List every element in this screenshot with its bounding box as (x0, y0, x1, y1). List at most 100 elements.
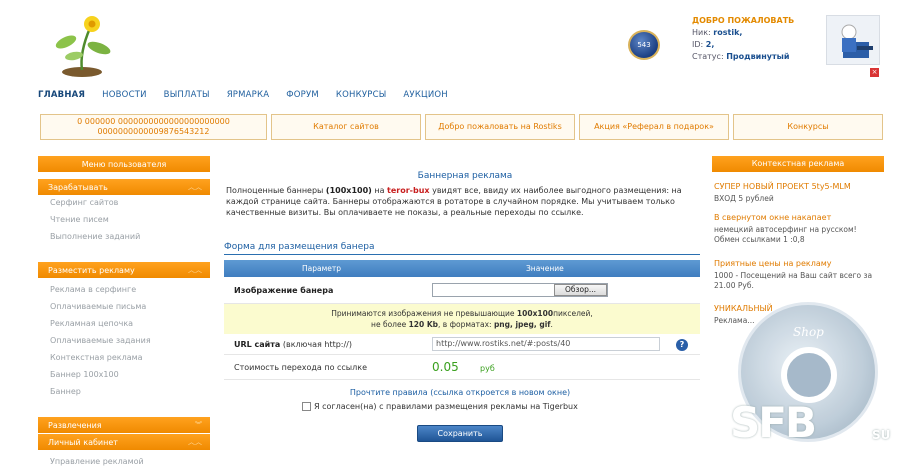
notice-text: , в форматах: (438, 320, 494, 329)
promo-referral[interactable]: Акция «Реферал в подарок» (579, 114, 729, 140)
ad-text: немецкий автосерфинг на русском! Обмен с… (714, 225, 857, 244)
image-label: Изображение банера (234, 286, 333, 295)
sidebar-item-manage-ads[interactable]: Управление рекламой (50, 457, 144, 466)
url-label-text: URL сайта (234, 340, 281, 349)
help-icon[interactable]: ? (676, 339, 688, 351)
coin-value: 543 (637, 41, 651, 49)
ad-title[interactable]: УНИКАЛЬНЫЙ (714, 304, 773, 313)
sidebar-section-advertise[interactable]: Разместить рекламу ︿︿ (38, 262, 210, 278)
avatar[interactable] (826, 15, 880, 65)
cost-unit: руб (480, 364, 495, 373)
id-row: ID: 2, (692, 39, 794, 51)
welcome-box: ДОБРО ПОЖАЛОВАТЬ Ник: rostik, ID: 2, Ста… (692, 15, 794, 63)
watermark-brand: SFB (730, 398, 817, 447)
sidebar-item-banner[interactable]: Баннер (50, 387, 81, 396)
notice-size: 100х100 (516, 309, 554, 318)
sidebar-item-surfing[interactable]: Серфинг сайтов (50, 198, 118, 207)
id-label: ID: (692, 40, 704, 49)
logout-icon[interactable]: × (870, 68, 879, 77)
promo-counter[interactable]: 0 000000 0000000000000000000000 00000000… (40, 114, 267, 140)
agree-row: Я согласен(на) с правилами размещения ре… (302, 402, 578, 411)
ad-title[interactable]: Приятные цены на рекламу (714, 259, 832, 268)
welcome-title: ДОБРО ПОЖАЛОВАТЬ (692, 16, 795, 25)
sidebar-section-earn[interactable]: Зарабатывать ︿︿ (38, 179, 210, 195)
watermark-suffix: SU (872, 428, 891, 442)
format-notice: Принимаются изображения не превышающие 1… (224, 304, 700, 334)
ad-title[interactable]: СУПЕР НОВЫЙ ПРОЕКТ 5ty5-MLM (714, 182, 851, 191)
intro-site-link[interactable]: teror-bux (387, 186, 430, 195)
sidebar-menu-title: Меню пользователя (38, 156, 210, 172)
intro-text: Полноценные баннеры (100х100) на teror-b… (226, 185, 708, 218)
notice-line-1: Принимаются изображения не превышающие 1… (224, 308, 700, 319)
rules-link[interactable]: Прочтите правила (ссылка откроется в нов… (222, 388, 698, 397)
status-value: Продвинутый (726, 52, 790, 61)
status-label: Статус: (692, 52, 724, 61)
page-title: Баннерная реклама (417, 171, 513, 181)
col-param: Параметр (302, 264, 341, 273)
notice-text: не более (371, 320, 409, 329)
nav-item-home[interactable]: ГЛАВНАЯ (38, 90, 85, 100)
id-value: 2, (705, 40, 715, 49)
nav-item-auction[interactable]: АУКЦИОН (403, 90, 447, 100)
sidebar-item-paid-letters[interactable]: Оплачиваемые письма (50, 302, 146, 311)
url-field[interactable]: http://www.rostiks.net/#:posts/40 (432, 337, 660, 351)
browse-button[interactable]: Обзор... (554, 284, 607, 296)
sidebar-item-letters[interactable]: Чтение писем (50, 215, 109, 224)
sidebar-section-cabinet[interactable]: Личный кабинет ︿︿ (38, 434, 210, 450)
main-nav: ГЛАВНАЯ НОВОСТИ ВЫПЛАТЫ ЯРМАРКА ФОРУМ КО… (38, 90, 465, 100)
notice-kb: 120 Kb (408, 320, 439, 329)
chevron-up-icon[interactable]: ︿︿ (188, 182, 202, 192)
site-logo (44, 12, 124, 78)
notice-text: пикселей, (553, 309, 593, 318)
agree-label: Я согласен(на) с правилами размещения ре… (314, 402, 578, 411)
nick-value[interactable]: rostik, (713, 28, 742, 37)
nav-item-news[interactable]: НОВОСТИ (102, 90, 147, 100)
chevron-up-icon[interactable]: ︿︿ (188, 437, 202, 447)
sidebar-section-earn-label: Зарабатывать (48, 182, 108, 192)
nick-row: Ник: rostik, (692, 27, 794, 39)
nav-item-fair[interactable]: ЯРМАРКА (227, 90, 270, 100)
sidebar-section-cabinet-label: Личный кабинет (48, 437, 118, 447)
nav-item-forum[interactable]: ФОРУМ (286, 90, 319, 100)
sidebar-item-context-ads[interactable]: Контекстная реклама (50, 353, 143, 362)
sidebar-item-tasks[interactable]: Выполнение заданий (50, 232, 140, 241)
notice-text: Принимаются изображения не превышающие (331, 309, 517, 318)
save-button[interactable]: Сохранить (417, 425, 503, 442)
intro-text-part: Полноценные баннеры (226, 186, 326, 195)
form-title: Форма для размещения банера (224, 242, 700, 255)
cost-value: 0.05 (432, 360, 459, 374)
url-label-hint: (включая http://) (280, 340, 352, 349)
agree-checkbox[interactable] (302, 402, 311, 411)
promo-catalog[interactable]: Каталог сайтов (271, 114, 421, 140)
cost-label: Стоимость перехода по ссылке (234, 363, 367, 372)
form-table-header: Параметр Значение (224, 260, 700, 277)
chevron-up-icon[interactable]: ︿︿ (188, 265, 202, 275)
intro-text-part: на (371, 186, 388, 195)
level-coin-icon: 543 (628, 30, 660, 60)
notice-line-2: не более 120 Kb, в форматах: png, jpeg, … (224, 319, 700, 330)
sidebar-section-advertise-label: Разместить рекламу (48, 265, 135, 275)
notice-formats: png, jpeg, gif (493, 320, 551, 329)
promo-welcome[interactable]: Добро пожаловать на Rostiks (425, 114, 575, 140)
sidebar-section-entertainment[interactable]: Развлечения ︾ (38, 417, 210, 433)
sidebar-section-entertainment-label: Развлечения (48, 420, 102, 430)
gear-icon (781, 347, 837, 403)
chevron-down-icon[interactable]: ︾ (195, 420, 202, 430)
notice-text: . (550, 320, 553, 329)
context-ads-title: Контекстная реклама (712, 156, 884, 172)
sidebar-item-surf-ads[interactable]: Реклама в серфинге (50, 285, 136, 294)
nav-item-payouts[interactable]: ВЫПЛАТЫ (164, 90, 210, 100)
intro-size: (100х100) (325, 186, 372, 195)
sidebar-item-ad-chain[interactable]: Рекламная цепочка (50, 319, 133, 328)
status-row: Статус: Продвинутый (692, 51, 794, 63)
sidebar-item-paid-tasks[interactable]: Оплачиваемые задания (50, 336, 151, 345)
image-label-text: Изображение банера (234, 286, 334, 295)
ad-text: ВХОД 5 рублей (714, 194, 774, 203)
nav-item-contests[interactable]: КОНКУРСЫ (336, 90, 387, 100)
url-label: URL сайта (включая http://) (234, 340, 352, 349)
ad-title[interactable]: В свернутом окне накапает (714, 213, 831, 222)
nick-label: Ник: (692, 28, 711, 37)
sidebar-item-banner-100[interactable]: Баннер 100х100 (50, 370, 119, 379)
promo-contests[interactable]: Конкурсы (733, 114, 883, 140)
col-value: Значение (526, 264, 564, 273)
